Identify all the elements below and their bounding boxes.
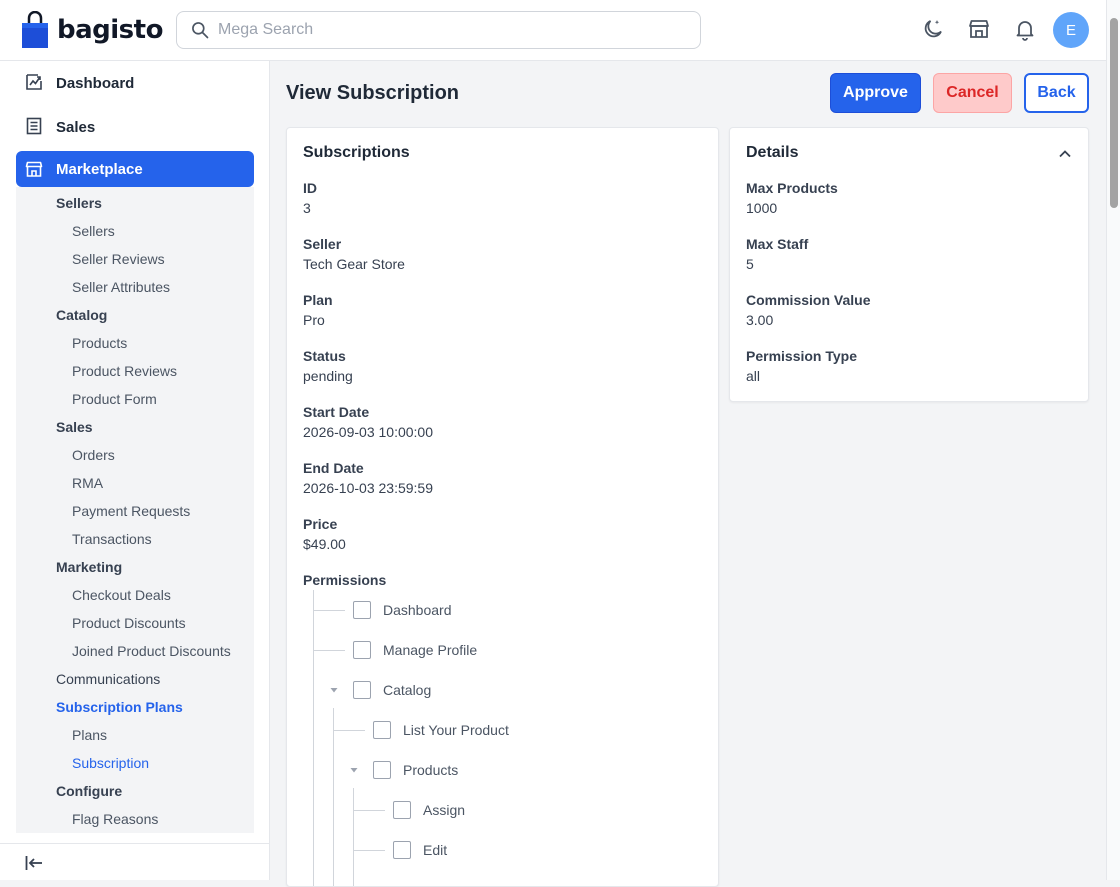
permissions-label: Permissions: [303, 572, 387, 588]
submenu-flag-reasons[interactable]: Flag Reasons: [16, 805, 254, 833]
sidebar: Dashboard Sales Marketplace Sellers Sell…: [0, 61, 270, 880]
mega-search[interactable]: [176, 11, 701, 49]
submenu-payment-requests[interactable]: Payment Requests: [16, 497, 254, 525]
submenu-product-form[interactable]: Product Form: [16, 385, 254, 413]
tree-line: [353, 788, 354, 886]
field-status: Status pending: [303, 348, 353, 384]
field-max-products: Max Products 1000: [746, 180, 838, 216]
tree-line: [353, 810, 385, 811]
subscription-card-title: Subscriptions: [303, 144, 410, 161]
dark-mode-icon[interactable]: [921, 17, 945, 41]
tree-line: [313, 650, 345, 651]
permission-checkbox[interactable]: [373, 761, 391, 779]
search-icon: [192, 22, 209, 39]
search-input[interactable]: [218, 18, 688, 42]
document-list-icon: [26, 117, 42, 135]
field-permission-type: Permission Type all: [746, 348, 858, 384]
tree-line: [333, 708, 334, 886]
submenu-sales[interactable]: Sales: [16, 413, 254, 441]
details-card-title: Details: [746, 144, 799, 161]
submenu-checkout-deals[interactable]: Checkout Deals: [16, 581, 254, 609]
field-end-date: End Date 2026-10-03 23:59:59: [303, 460, 433, 496]
bag-icon: [21, 10, 49, 49]
permission-products: Products: [373, 760, 458, 780]
logo[interactable]: bagisto: [21, 10, 163, 49]
field-price: Price $49.00: [303, 516, 346, 552]
tree-line: [313, 610, 345, 611]
permission-checkbox[interactable]: [353, 681, 371, 699]
submenu-communications[interactable]: Communications: [16, 665, 254, 693]
marketplace-submenu: Sellers Sellers Seller Reviews Seller At…: [16, 187, 254, 833]
bell-icon[interactable]: [1013, 17, 1037, 41]
dashboard-icon: [26, 74, 42, 90]
submenu-sellers-list[interactable]: Sellers: [16, 217, 254, 245]
page-title: View Subscription: [286, 82, 459, 104]
sidebar-item-label: Marketplace: [56, 160, 143, 178]
permission-checkbox[interactable]: [353, 641, 371, 659]
user-avatar[interactable]: E: [1053, 12, 1089, 48]
collapse-sidebar-icon[interactable]: [24, 853, 44, 873]
storefront-icon[interactable]: [967, 17, 991, 41]
tree-line: [333, 730, 365, 731]
back-button[interactable]: Back: [1024, 73, 1089, 113]
submenu-configure[interactable]: Configure: [16, 777, 254, 805]
field-seller: Seller Tech Gear Store: [303, 236, 405, 272]
submenu-subscription-plans[interactable]: Subscription Plans: [16, 693, 254, 721]
logo-text: bagisto: [57, 15, 163, 45]
field-max-staff: Max Staff 5: [746, 236, 809, 272]
tree-line: [353, 850, 385, 851]
submenu-products[interactable]: Products: [16, 329, 254, 357]
sidebar-item-label: Dashboard: [56, 74, 135, 92]
submenu-rma[interactable]: RMA: [16, 469, 254, 497]
submenu-seller-attributes[interactable]: Seller Attributes: [16, 273, 254, 301]
permission-checkbox[interactable]: [353, 601, 371, 619]
sidebar-item-dashboard[interactable]: Dashboard: [16, 61, 254, 105]
tree-line: [313, 590, 314, 886]
page-scrollbar[interactable]: [1106, 0, 1120, 880]
submenu-orders[interactable]: Orders: [16, 441, 254, 469]
scrollbar-thumb[interactable]: [1110, 18, 1118, 208]
cancel-button[interactable]: Cancel: [933, 73, 1012, 113]
permission-catalog: Catalog: [353, 680, 431, 700]
approve-button[interactable]: Approve: [830, 73, 921, 113]
caret-down-icon[interactable]: [329, 685, 339, 695]
permission-manage-profile: Manage Profile: [353, 640, 477, 660]
sidebar-item-label: Sales: [56, 118, 96, 136]
submenu-joined-product-discounts[interactable]: Joined Product Discounts: [16, 637, 254, 665]
details-card: Details Max Products 1000 Max Staff 5 Co…: [729, 127, 1089, 402]
submenu-marketing[interactable]: Marketing: [16, 553, 254, 581]
chevron-up-icon[interactable]: [1056, 145, 1074, 163]
top-header: bagisto E: [0, 0, 1106, 61]
submenu-product-discounts[interactable]: Product Discounts: [16, 609, 254, 637]
permission-edit: Edit: [393, 840, 447, 860]
submenu-subscription[interactable]: Subscription: [16, 749, 254, 777]
submenu-plans[interactable]: Plans: [16, 721, 254, 749]
submenu-catalog[interactable]: Catalog: [16, 301, 254, 329]
submenu-product-reviews[interactable]: Product Reviews: [16, 357, 254, 385]
permission-assign: Assign: [393, 800, 465, 820]
sidebar-item-sales[interactable]: Sales: [16, 105, 254, 149]
permission-checkbox[interactable]: [373, 721, 391, 739]
submenu-transactions[interactable]: Transactions: [16, 525, 254, 553]
caret-down-icon[interactable]: [349, 765, 359, 775]
field-commission-value: Commission Value 3.00: [746, 292, 871, 328]
field-start-date: Start Date 2026-09-03 10:00:00: [303, 404, 433, 440]
permission-list-your-product: List Your Product: [373, 720, 509, 740]
sidebar-item-marketplace[interactable]: Marketplace: [16, 151, 254, 187]
submenu-seller-reviews[interactable]: Seller Reviews: [16, 245, 254, 273]
field-id: ID 3: [303, 180, 317, 216]
permission-checkbox[interactable]: [393, 801, 411, 819]
field-plan: Plan Pro: [303, 292, 333, 328]
sidebar-footer: [0, 843, 269, 880]
store-icon: [25, 161, 43, 177]
permission-checkbox[interactable]: [393, 841, 411, 859]
submenu-sellers[interactable]: Sellers: [16, 189, 254, 217]
permission-dashboard: Dashboard: [353, 600, 452, 620]
subscription-card: Subscriptions ID 3 Seller Tech Gear Stor…: [286, 127, 719, 887]
